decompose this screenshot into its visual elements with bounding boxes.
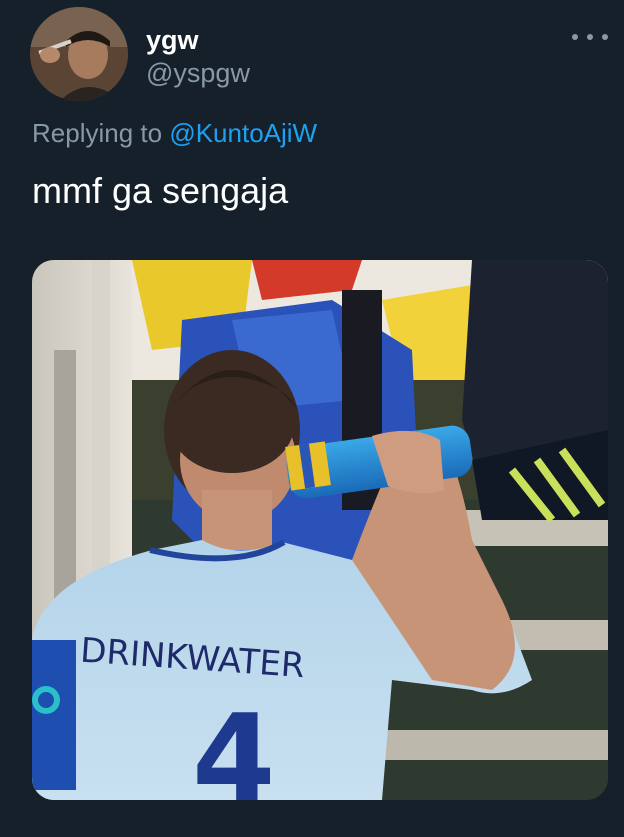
tweet: ygw @yspgw Replying to @KuntoAjiW mmf ga…	[0, 0, 624, 837]
photo-illustration: DRINKWATER 4	[32, 260, 608, 800]
more-dot	[587, 34, 593, 40]
more-dot	[602, 34, 608, 40]
reply-mention-link[interactable]: @KuntoAjiW	[169, 118, 317, 148]
avatar[interactable]	[30, 7, 128, 101]
display-name[interactable]: ygw	[146, 25, 199, 56]
shirt-number-text: 4	[192, 690, 276, 800]
tweet-text: mmf ga sengaja	[32, 170, 289, 211]
more-horizontal-icon[interactable]	[572, 30, 608, 44]
more-dot	[572, 34, 578, 40]
tweet-photo[interactable]: DRINKWATER 4	[32, 260, 608, 800]
reply-context: Replying to @KuntoAjiW	[32, 118, 317, 149]
user-handle[interactable]: @yspgw	[146, 58, 250, 89]
reply-prefix: Replying to	[32, 118, 163, 148]
